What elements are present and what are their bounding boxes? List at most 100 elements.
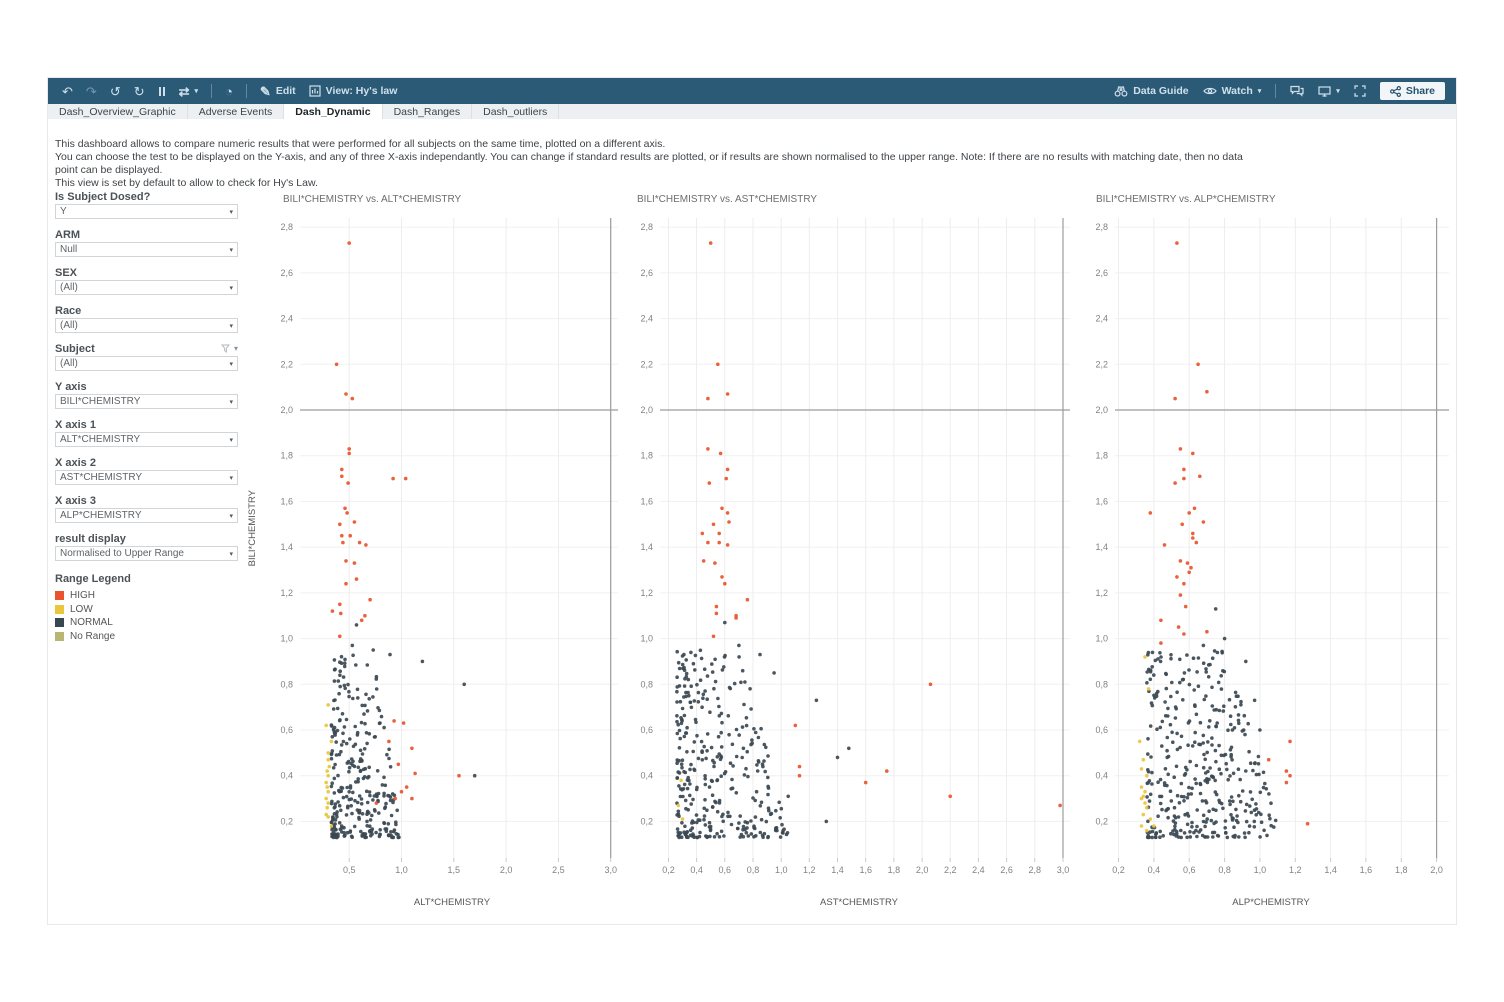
mark[interactable] [347, 241, 351, 245]
mark[interactable] [1169, 657, 1173, 661]
mark[interactable] [330, 781, 334, 785]
mark[interactable] [356, 801, 360, 805]
mark[interactable] [413, 772, 417, 776]
mark[interactable] [1192, 831, 1196, 835]
mark[interactable] [736, 827, 740, 831]
mark[interactable] [1169, 789, 1173, 793]
mark[interactable] [706, 732, 710, 736]
mark[interactable] [1288, 740, 1292, 744]
share-button[interactable]: Share [1380, 82, 1445, 100]
mark[interactable] [363, 747, 367, 751]
mark[interactable] [1231, 816, 1235, 820]
tab-dash-ranges[interactable]: Dash_Ranges [383, 104, 473, 119]
mark[interactable] [1191, 536, 1195, 540]
mark[interactable] [752, 727, 756, 731]
mark[interactable] [1149, 755, 1153, 759]
legend-item-normal[interactable]: NORMAL [55, 616, 238, 630]
mark[interactable] [1214, 725, 1218, 729]
mark[interactable] [726, 511, 730, 515]
mark[interactable] [682, 695, 686, 699]
mark[interactable] [1202, 766, 1206, 770]
mark[interactable] [1229, 813, 1233, 817]
mark[interactable] [1204, 771, 1208, 775]
mark[interactable] [338, 603, 342, 607]
mark[interactable] [1175, 765, 1179, 769]
mark[interactable] [701, 696, 705, 700]
mark[interactable] [1163, 543, 1167, 547]
mark[interactable] [1163, 700, 1167, 704]
mark[interactable] [1179, 447, 1183, 451]
mark[interactable] [1228, 698, 1232, 702]
mark[interactable] [1204, 694, 1208, 698]
mark[interactable] [333, 777, 337, 781]
mark[interactable] [766, 776, 770, 780]
mark[interactable] [473, 774, 477, 778]
mark[interactable] [330, 724, 334, 728]
mark[interactable] [1228, 774, 1232, 778]
mark[interactable] [1193, 507, 1197, 511]
mark[interactable] [691, 819, 695, 823]
tab-dash-outliers[interactable]: Dash_outliers [472, 104, 559, 119]
mark[interactable] [325, 785, 329, 789]
mark[interactable] [1171, 829, 1175, 833]
mark[interactable] [763, 832, 767, 836]
mark[interactable] [368, 794, 372, 798]
mark[interactable] [382, 776, 386, 780]
mark[interactable] [1159, 726, 1163, 730]
mark[interactable] [1181, 698, 1185, 702]
mark[interactable] [709, 241, 713, 245]
mark[interactable] [1178, 681, 1182, 685]
mark[interactable] [694, 718, 698, 722]
mark[interactable] [1175, 575, 1179, 579]
mark[interactable] [330, 802, 334, 806]
mark[interactable] [1158, 835, 1162, 839]
mark[interactable] [1230, 795, 1234, 799]
mark[interactable] [702, 818, 706, 822]
mark[interactable] [695, 821, 699, 825]
mark[interactable] [1170, 681, 1174, 685]
mark[interactable] [1138, 740, 1142, 744]
mark[interactable] [383, 807, 387, 811]
mark[interactable] [351, 654, 355, 658]
mark[interactable] [1199, 721, 1203, 725]
mark[interactable] [393, 797, 397, 801]
mark[interactable] [778, 816, 782, 820]
mark[interactable] [724, 770, 728, 774]
mark[interactable] [421, 660, 425, 664]
mark[interactable] [735, 728, 739, 732]
mark[interactable] [723, 654, 727, 658]
mark[interactable] [342, 675, 346, 679]
mark[interactable] [1173, 814, 1177, 818]
mark[interactable] [1217, 681, 1221, 685]
mark[interactable] [706, 835, 710, 839]
mark[interactable] [1215, 793, 1219, 797]
mark[interactable] [397, 763, 401, 767]
mark[interactable] [377, 811, 381, 815]
mark[interactable] [686, 776, 690, 780]
mark[interactable] [1253, 699, 1257, 703]
mark[interactable] [759, 804, 763, 808]
mark[interactable] [779, 835, 783, 839]
mark[interactable] [683, 669, 687, 673]
mark[interactable] [361, 812, 365, 816]
mark[interactable] [1245, 803, 1249, 807]
mark[interactable] [343, 658, 347, 662]
scatter-plot-2[interactable]: 0,20,40,60,81,01,21,41,61,82,02,22,42,62… [620, 210, 1078, 892]
mark[interactable] [1239, 800, 1243, 804]
mark[interactable] [1208, 719, 1212, 723]
mark[interactable] [1142, 813, 1146, 817]
mark[interactable] [1218, 801, 1222, 805]
mark[interactable] [338, 790, 342, 794]
mark[interactable] [1205, 751, 1209, 755]
mark[interactable] [1182, 582, 1186, 586]
mark[interactable] [346, 761, 350, 765]
mark[interactable] [688, 782, 692, 786]
mark[interactable] [782, 827, 786, 831]
mark[interactable] [710, 779, 714, 783]
mark[interactable] [1224, 831, 1228, 835]
mark[interactable] [1190, 821, 1194, 825]
mark[interactable] [700, 705, 704, 709]
mark[interactable] [1245, 820, 1249, 824]
mark[interactable] [1210, 743, 1214, 747]
mark[interactable] [1233, 835, 1237, 839]
